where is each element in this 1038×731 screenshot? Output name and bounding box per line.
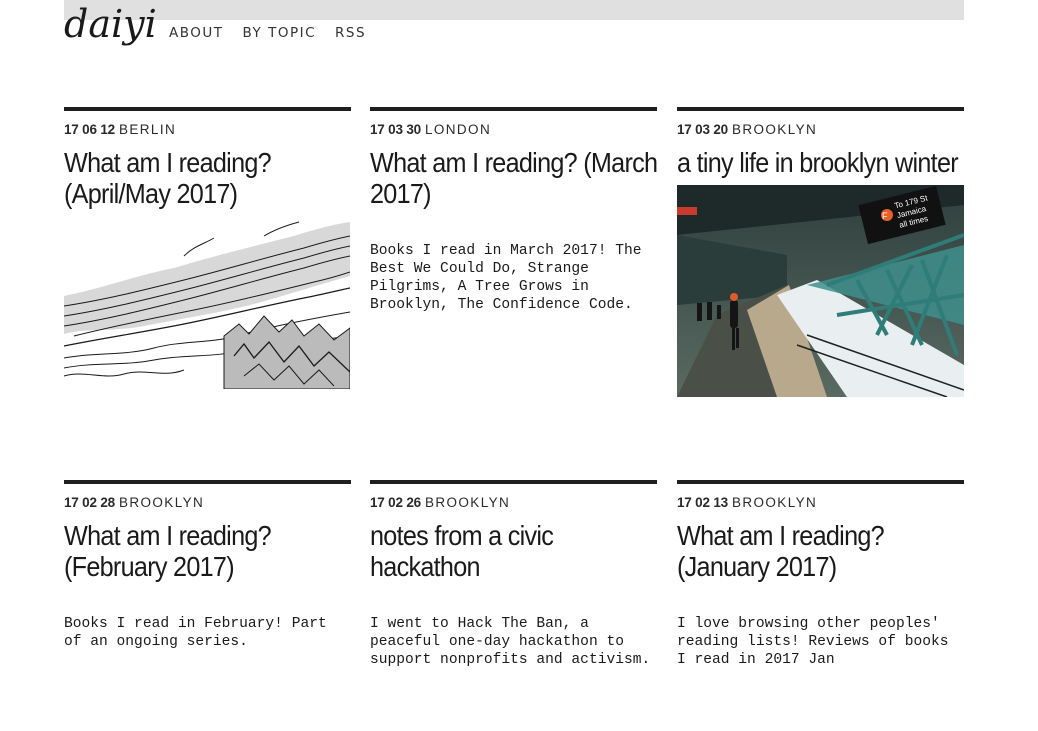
post-meta: 17 03 30 LONDON: [370, 122, 657, 138]
nav-about[interactable]: ABOUT: [169, 25, 224, 41]
post-date: 17 02 26: [370, 495, 421, 510]
post-title[interactable]: What am I reading? (January 2017): [677, 520, 965, 582]
post-date: 17 03 20: [677, 122, 728, 137]
post-card: 17 03 20 BROOKLYN a tiny life in brooklyn…: [677, 107, 964, 397]
post-date: 17 06 12: [64, 122, 115, 137]
post-excerpt: I went to Hack The Ban, a peaceful one-d…: [370, 616, 651, 668]
post-location: BROOKLYN: [118, 495, 205, 510]
post-location: BERLIN: [118, 122, 177, 137]
post-excerpt: Books I read in February! Part of an ong…: [64, 616, 327, 650]
post-meta: 17 06 12 BERLIN: [64, 122, 351, 138]
card-divider: [64, 480, 351, 484]
subway-platform-photo[interactable]: F To 179 St Jamaica all times: [677, 185, 964, 397]
post-meta: 17 03 20 BROOKLYN: [677, 122, 964, 138]
card-divider: [677, 107, 964, 111]
card-divider: [64, 107, 351, 111]
post-title[interactable]: notes from a civic hackathon: [370, 520, 658, 582]
post-title[interactable]: What am I reading? (March 2017): [370, 147, 658, 209]
post-title[interactable]: What am I reading? (February 2017): [64, 520, 352, 582]
nav-by-topic[interactable]: BY TOPIC: [243, 25, 316, 41]
top-bar: [64, 0, 964, 20]
post-location: LONDON: [424, 122, 492, 137]
post-date: 17 02 28: [64, 495, 115, 510]
post-meta: 17 02 28 BROOKLYN: [64, 495, 351, 511]
post-card: 17 06 12 BERLIN What am I reading? (April…: [64, 107, 351, 389]
post-location: BROOKLYN: [424, 495, 511, 510]
post-location: BROOKLYN: [731, 122, 818, 137]
post-title[interactable]: What am I reading? (April/May 2017): [64, 147, 352, 209]
post-card: 17 02 28 BROOKLYN What am I reading? (Feb…: [64, 480, 351, 666]
post-date: 17 02 13: [677, 495, 728, 510]
post-date: 17 03 30: [370, 122, 421, 137]
mountain-line-drawing-image[interactable]: [64, 216, 350, 389]
sign-badge: F: [882, 211, 888, 221]
post-excerpt: Books I read in March 2017! The Best We …: [370, 243, 642, 313]
nav-rss[interactable]: RSS: [335, 25, 366, 41]
post-meta: 17 02 13 BROOKLYN: [677, 495, 964, 511]
post-card: 17 02 13 BROOKLYN What am I reading? (Jan…: [677, 480, 964, 684]
post-excerpt: I love browsing other peoples' reading l…: [677, 616, 949, 668]
site-logo[interactable]: daiyi: [64, 2, 157, 46]
main-nav: ABOUT BY TOPIC RSS: [169, 25, 385, 41]
post-location: BROOKLYN: [731, 495, 818, 510]
card-divider: [370, 107, 657, 111]
card-divider: [677, 480, 964, 484]
card-divider: [370, 480, 657, 484]
post-card: 17 03 30 LONDON What am I reading? (March…: [370, 107, 658, 329]
post-meta: 17 02 26 BROOKLYN: [370, 495, 657, 511]
post-card: 17 02 26 BROOKLYN notes from a civic hack…: [370, 480, 657, 684]
post-title[interactable]: a tiny life in brooklyn winter: [677, 147, 965, 178]
